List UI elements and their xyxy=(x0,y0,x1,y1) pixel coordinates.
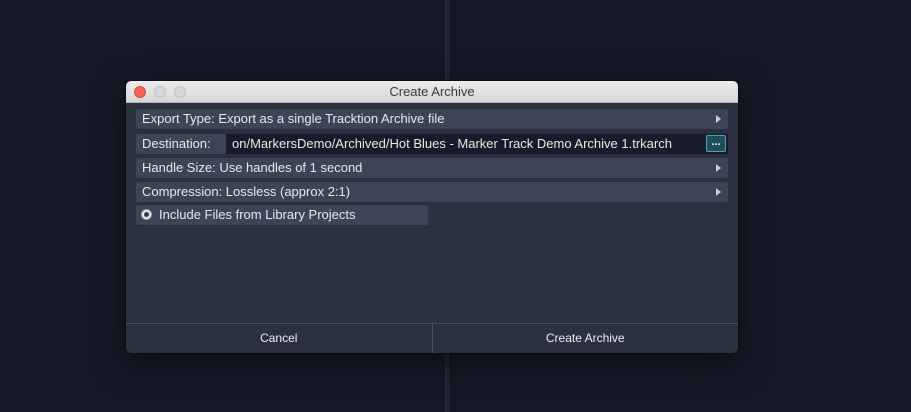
browse-button[interactable]: ... xyxy=(706,135,726,152)
export-type-label: Export Type: Export as a single Tracktio… xyxy=(142,111,445,126)
dialog-footer: Cancel Create Archive xyxy=(126,323,738,353)
dialog-titlebar: Create Archive xyxy=(126,81,738,103)
cancel-button[interactable]: Cancel xyxy=(126,324,433,353)
export-type-dropdown[interactable]: Export Type: Export as a single Tracktio… xyxy=(135,108,729,130)
chevron-right-icon xyxy=(716,164,721,172)
radio-selected-dot xyxy=(144,212,149,217)
radio-button-icon[interactable] xyxy=(141,209,152,220)
destination-label: Destination: xyxy=(136,134,226,154)
destination-path[interactable]: on/MarkersDemo/Archived/Hot Blues - Mark… xyxy=(232,134,700,154)
chevron-right-icon xyxy=(716,188,721,196)
include-library-toggle[interactable]: Include Files from Library Projects xyxy=(135,204,429,226)
chevron-right-icon xyxy=(716,115,721,123)
compression-label: Compression: Lossless (approx 2:1) xyxy=(142,184,351,199)
compression-dropdown[interactable]: Compression: Lossless (approx 2:1) xyxy=(135,181,729,203)
destination-field[interactable]: Destination: on/MarkersDemo/Archived/Hot… xyxy=(135,133,729,155)
handle-size-label: Handle Size: Use handles of 1 second xyxy=(142,160,363,175)
create-archive-dialog: Create Archive Export Type: Export as a … xyxy=(126,81,738,353)
handle-size-dropdown[interactable]: Handle Size: Use handles of 1 second xyxy=(135,157,729,179)
destination-path-text: on/MarkersDemo/Archived/Hot Blues - Mark… xyxy=(232,136,672,151)
dialog-title: Create Archive xyxy=(389,84,475,99)
dialog-content: Export Type: Export as a single Tracktio… xyxy=(126,103,738,323)
include-library-label: Include Files from Library Projects xyxy=(159,207,356,222)
create-archive-button[interactable]: Create Archive xyxy=(432,324,738,353)
